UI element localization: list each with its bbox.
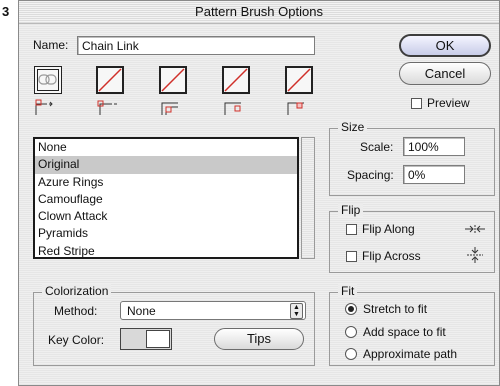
method-select-value: None bbox=[127, 304, 156, 318]
flip-group: Flip Flip Along Flip Across bbox=[329, 203, 495, 273]
spacing-label: Spacing: bbox=[347, 168, 394, 182]
side-tile[interactable] bbox=[34, 66, 62, 94]
flip-group-title: Flip bbox=[338, 203, 364, 217]
flip-across-label: Flip Across bbox=[362, 249, 421, 263]
approximate-path-radio[interactable] bbox=[345, 348, 357, 360]
pattern-list-item[interactable]: None bbox=[35, 139, 297, 156]
stretch-to-fit-label: Stretch to fit bbox=[363, 302, 428, 316]
add-space-to-fit-radio[interactable] bbox=[345, 326, 357, 338]
preview-checkbox[interactable] bbox=[411, 98, 422, 109]
outer-corner-diagram-icon bbox=[97, 100, 117, 115]
pattern-list-item[interactable]: Original bbox=[35, 156, 297, 174]
pattern-list-item[interactable]: Camouflage bbox=[35, 191, 297, 208]
preview-label: Preview bbox=[427, 96, 470, 110]
size-group: Size Scale: 100% Spacing: 0% bbox=[329, 120, 495, 196]
end-tile-diagram-icon bbox=[287, 102, 304, 115]
flip-across-icon bbox=[467, 247, 483, 263]
tips-button[interactable]: Tips bbox=[214, 328, 304, 350]
key-color-label: Key Color: bbox=[48, 333, 105, 347]
side-tile-diagram-icon bbox=[35, 99, 53, 115]
pattern-brush-options-dialog: Pattern Brush Options Name: Chain Link O… bbox=[18, 0, 500, 386]
flip-along-checkbox[interactable] bbox=[346, 224, 357, 235]
cancel-button[interactable]: Cancel bbox=[399, 62, 491, 85]
ok-button[interactable]: OK bbox=[399, 34, 491, 57]
key-color-swatch[interactable] bbox=[146, 330, 170, 348]
pattern-list-scrollbar[interactable] bbox=[301, 137, 315, 259]
name-input[interactable]: Chain Link bbox=[77, 36, 315, 55]
size-group-title: Size bbox=[338, 120, 368, 134]
no-tile-icon bbox=[287, 68, 311, 92]
pattern-list-item[interactable]: Azure Rings bbox=[35, 174, 297, 191]
flip-along-icon bbox=[465, 225, 485, 233]
pattern-list-item[interactable]: Red Stripe bbox=[35, 243, 297, 257]
colorization-group-title: Colorization bbox=[42, 284, 112, 298]
inner-corner-tile[interactable] bbox=[159, 66, 187, 94]
pattern-list[interactable]: None Original Azure Rings Camouflage Clo… bbox=[33, 137, 299, 259]
no-tile-icon bbox=[161, 68, 185, 92]
start-tile-diagram-icon bbox=[224, 102, 241, 115]
inner-corner-diagram-icon bbox=[161, 102, 178, 115]
colorization-group: Colorization Method: None ▲ ▼ Key Color: … bbox=[33, 284, 315, 366]
method-label: Method: bbox=[54, 304, 98, 318]
window-title: Pattern Brush Options bbox=[19, 1, 499, 24]
outer-corner-tile[interactable] bbox=[96, 66, 124, 94]
fit-group: Fit Stretch to fit Add space to fit Appr… bbox=[329, 284, 495, 366]
name-label: Name: bbox=[33, 38, 69, 52]
pattern-list-item[interactable]: Pyramids bbox=[35, 225, 297, 242]
stretch-to-fit-radio[interactable] bbox=[345, 303, 357, 315]
add-space-to-fit-label: Add space to fit bbox=[363, 325, 446, 339]
chain-link-icon bbox=[38, 74, 57, 85]
approximate-path-label: Approximate path bbox=[363, 347, 458, 361]
pattern-list-item[interactable]: Clown Attack bbox=[35, 208, 297, 225]
method-select[interactable]: None ▲ ▼ bbox=[120, 301, 306, 320]
flip-along-label: Flip Along bbox=[362, 222, 415, 236]
select-arrows-icon: ▲ ▼ bbox=[290, 303, 303, 319]
fit-group-title: Fit bbox=[338, 284, 358, 298]
no-tile-icon bbox=[98, 68, 122, 92]
no-tile-icon bbox=[224, 68, 248, 92]
scale-input[interactable]: 100% bbox=[403, 137, 465, 156]
scale-label: Scale: bbox=[360, 140, 394, 154]
start-tile[interactable] bbox=[222, 66, 250, 94]
end-tile[interactable] bbox=[285, 66, 313, 94]
figure-number: 3 bbox=[2, 4, 10, 19]
spacing-input[interactable]: 0% bbox=[403, 165, 465, 184]
flip-across-checkbox[interactable] bbox=[346, 251, 357, 262]
